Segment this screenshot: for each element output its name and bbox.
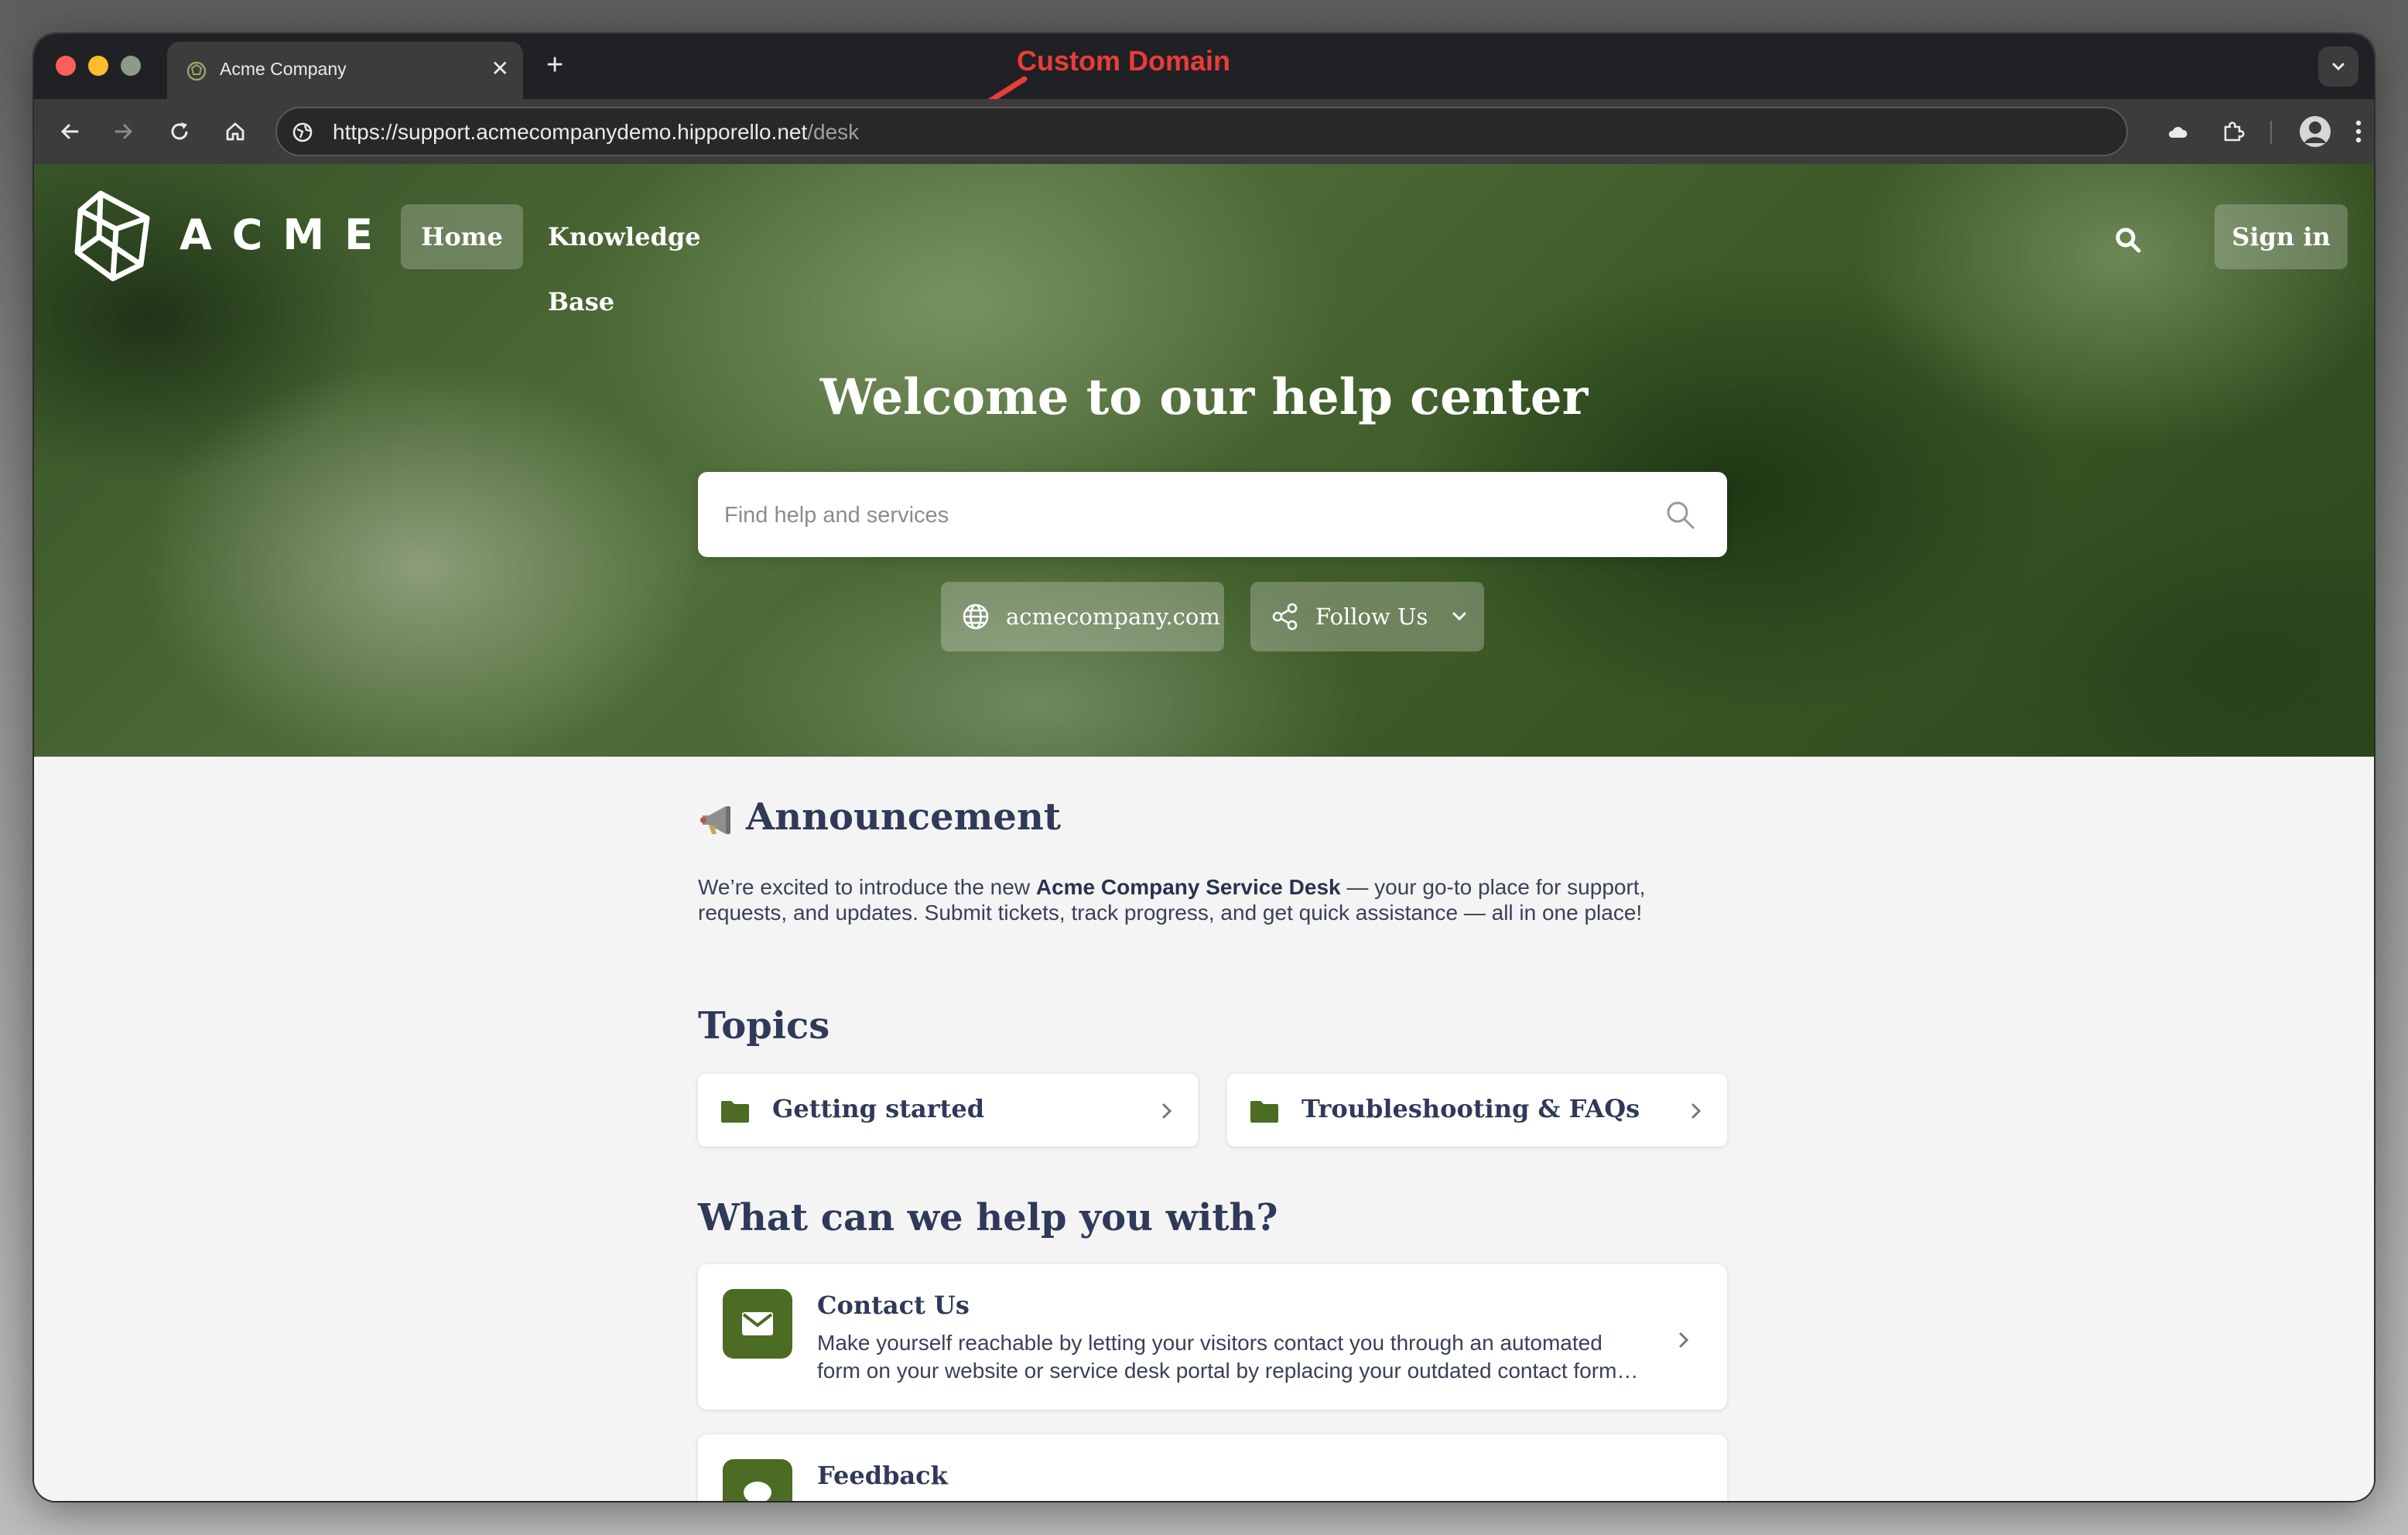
website-link-button[interactable]: acmecompany.com: [941, 582, 1224, 651]
topic-label: Getting started: [772, 1094, 985, 1123]
favicon-icon: [186, 60, 207, 86]
help-heading: What can we help you with?: [698, 1196, 1278, 1239]
home-icon: [226, 122, 245, 141]
minimize-window-button[interactable]: [88, 56, 108, 76]
home-button[interactable]: [217, 113, 254, 150]
more-vertical-icon: [2355, 120, 2362, 143]
topics-heading: Topics: [698, 1004, 830, 1048]
follow-us-dropdown[interactable]: Follow Us: [1250, 582, 1484, 651]
tab-search-button[interactable]: [2318, 46, 2358, 87]
brand-wordmark[interactable]: ACME: [180, 210, 393, 259]
topic-card-troubleshooting[interactable]: Troubleshooting & FAQs: [1227, 1074, 1727, 1147]
help-card-title: Contact Us: [817, 1291, 970, 1320]
search-icon[interactable]: [2112, 224, 2143, 255]
zoom-window-button[interactable]: [121, 56, 141, 76]
new-tab-button[interactable]: +: [546, 48, 563, 82]
follow-us-label: Follow Us: [1315, 603, 1428, 630]
acme-logo-icon[interactable]: [70, 187, 156, 283]
cloud-icon: [2168, 127, 2187, 138]
nav-knowledge-base[interactable]: Knowledge Base: [548, 204, 764, 316]
sign-in-button[interactable]: Sign in: [2215, 204, 2348, 269]
cloud-extension-button[interactable]: [2159, 113, 2196, 150]
announcement-heading: Announcement: [698, 795, 1061, 839]
web-page: ACME Home Knowledge Base Sign in Welcome…: [34, 164, 2374, 1501]
browser-window: Acme Company ✕ + Custom Domain https://s…: [34, 34, 2374, 1501]
chevron-right-icon: [1691, 1103, 1702, 1119]
browser-menu-button[interactable]: [2340, 113, 2374, 150]
megaphone-icon: [700, 805, 730, 834]
help-card-description: Make yourself reachable by letting your …: [817, 1331, 1628, 1383]
chat-icon: [723, 1459, 792, 1501]
browser-tab[interactable]: Acme Company ✕: [167, 42, 523, 99]
back-arrow-icon: [60, 124, 79, 139]
help-card-contact-us[interactable]: Contact Us Make yourself reachable by le…: [698, 1264, 1727, 1410]
annotation-label: Custom Domain: [1017, 45, 1231, 77]
topic-label: Troubleshooting & FAQs: [1301, 1094, 1640, 1123]
chevron-down-icon: [1452, 612, 1466, 621]
nav-home[interactable]: Home: [401, 204, 523, 269]
url-text: https://support.acmecompanydemo.hipporel…: [333, 120, 860, 144]
forward-button[interactable]: [105, 113, 142, 150]
topic-card-getting-started[interactable]: Getting started: [698, 1074, 1198, 1147]
reload-button[interactable]: [161, 113, 198, 150]
page-title: Welcome to our help center: [819, 368, 1589, 426]
share-icon: [1272, 603, 1298, 631]
folder-icon: [1250, 1101, 1278, 1123]
address-bar[interactable]: https://support.acmecompanydemo.hipporel…: [275, 107, 2128, 156]
profile-avatar[interactable]: [2297, 113, 2334, 150]
site-info-icon[interactable]: [289, 119, 316, 149]
help-search-input[interactable]: [723, 495, 1639, 535]
globe-icon: [963, 603, 989, 630]
help-card-title: Feedback: [817, 1461, 948, 1490]
close-window-button[interactable]: [56, 56, 76, 76]
tab-strip: Acme Company ✕ + Custom Domain: [34, 34, 2374, 145]
extensions-button[interactable]: [2215, 113, 2252, 150]
hero-banner: ACME Home Knowledge Base Sign in Welcome…: [34, 164, 2374, 757]
reload-icon: [171, 122, 188, 140]
browser-toolbar: https://support.acmecompanydemo.hipporel…: [34, 99, 2374, 164]
search-icon[interactable]: [1664, 498, 1696, 531]
announcement-text: We’re excited to introduce the new Acme …: [698, 875, 1646, 925]
help-search-box: [698, 472, 1727, 557]
envelope-icon: [723, 1289, 792, 1359]
website-link-label: acmecompany.com: [1006, 603, 1220, 630]
folder-icon: [721, 1101, 749, 1123]
toolbar-divider: [2270, 121, 2272, 144]
chevron-right-icon: [1162, 1103, 1172, 1119]
close-tab-icon[interactable]: ✕: [491, 56, 509, 82]
puzzle-icon: [2224, 121, 2245, 142]
help-card-feedback[interactable]: Feedback: [698, 1434, 1727, 1501]
avatar-icon: [2300, 116, 2331, 147]
back-button[interactable]: [51, 113, 88, 150]
forward-arrow-icon: [115, 124, 133, 139]
tab-title: Acme Company: [220, 59, 347, 79]
chevron-right-icon: [1679, 1332, 1689, 1348]
